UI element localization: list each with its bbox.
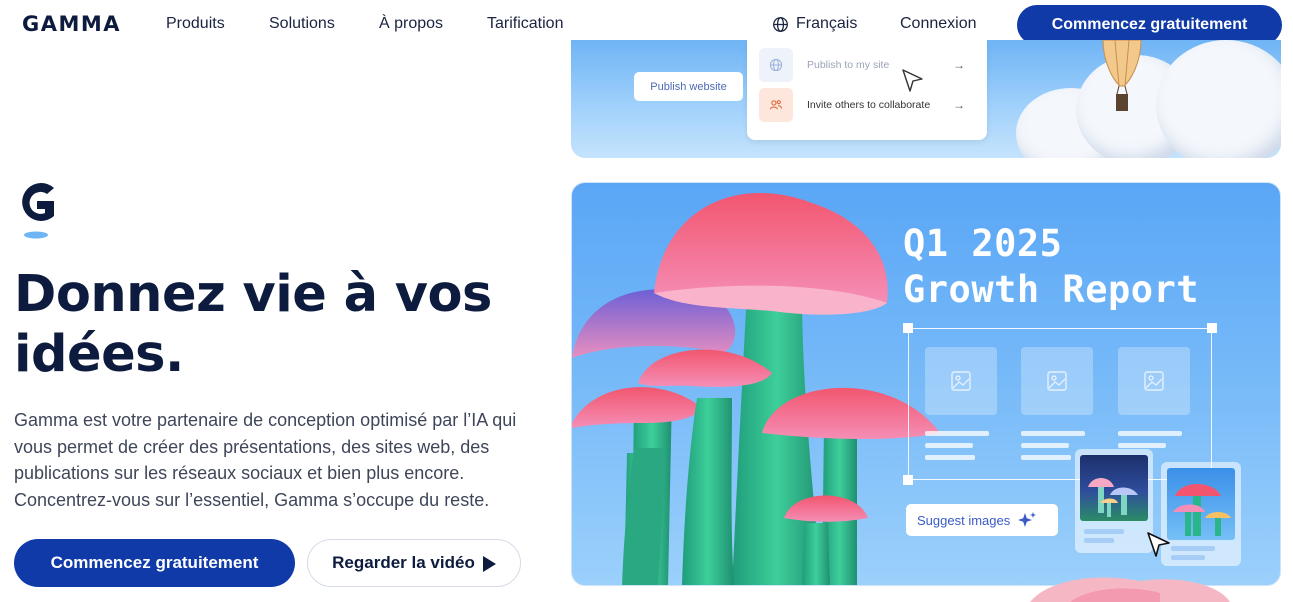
suggest-images-button[interactable]: Suggest images — [906, 504, 1058, 536]
resize-handle[interactable] — [903, 323, 913, 333]
suggested-image — [1080, 455, 1148, 521]
image-icon — [951, 371, 971, 391]
text-line-placeholder — [1118, 431, 1182, 436]
nav-signup-button[interactable]: Commencez gratuitement — [1017, 5, 1282, 45]
menu-item-publish-label: Publish to my site — [807, 59, 890, 71]
resize-handle[interactable] — [903, 475, 913, 485]
users-icon — [759, 88, 793, 122]
next-card-peek — [1030, 577, 1230, 602]
language-selector[interactable]: Français — [772, 15, 857, 33]
text-line-placeholder — [1084, 529, 1124, 534]
report-title-line2: Growth Report — [903, 268, 1200, 311]
arrow-right-icon: → — [953, 58, 965, 72]
report-title-line1: Q1 2025 — [903, 222, 1063, 265]
globe-icon — [773, 16, 788, 32]
cursor-icon — [1147, 532, 1170, 557]
text-line-placeholder — [1021, 455, 1071, 460]
image-placeholder — [1118, 347, 1190, 415]
text-line-placeholder — [1171, 546, 1215, 551]
report-preview-card: Q1 2025 Growth Report Suggest images — [571, 182, 1281, 586]
cloud-decoration — [1156, 40, 1281, 158]
suggested-image-card[interactable] — [1161, 462, 1241, 566]
menu-item-publish[interactable]: Publish to my site → — [759, 48, 975, 82]
sparkle-icon — [1018, 512, 1037, 527]
image-icon — [1047, 371, 1067, 391]
watch-video-label: Regarder la vidéo — [332, 553, 475, 572]
text-line-placeholder — [925, 431, 989, 436]
globe-icon — [759, 48, 793, 82]
resize-handle[interactable] — [1207, 323, 1217, 333]
cursor-icon — [902, 69, 923, 92]
hero-description: Gamma est votre partenaire de conception… — [14, 410, 517, 510]
language-label: Français — [796, 15, 858, 32]
text-line-placeholder — [1171, 555, 1205, 560]
image-placeholder — [1021, 347, 1093, 415]
text-line-placeholder — [1021, 443, 1069, 448]
share-menu: Publish to my site → Invite others to co… — [747, 40, 987, 140]
start-free-button[interactable]: Commencez gratuitement — [14, 539, 295, 587]
report-title: Q1 2025 Growth Report — [903, 221, 1199, 313]
suggested-image-card[interactable] — [1075, 449, 1153, 553]
nav-link-tarification[interactable]: Tarification — [487, 15, 563, 33]
hero-title-line1: Donnez vie à vos — [14, 265, 492, 324]
nav-link-solutions[interactable]: Solutions — [269, 15, 335, 33]
publish-preview-card: Publish website Publish to my site → Inv… — [571, 40, 1281, 158]
nav-link-produits[interactable]: Produits — [166, 15, 225, 33]
text-line-placeholder — [925, 455, 975, 460]
mushroom-thumbnail — [1173, 484, 1231, 536]
suggest-images-label: Suggest images — [917, 512, 1011, 528]
text-line-placeholder — [1021, 431, 1085, 436]
gamma-logo[interactable]: GAMMA — [22, 12, 121, 36]
image-placeholder — [925, 347, 997, 415]
suggested-image — [1167, 468, 1235, 540]
text-line-placeholder — [1118, 443, 1166, 448]
login-link[interactable]: Connexion — [900, 15, 977, 33]
menu-item-invite-label: Invite others to collaborate — [807, 99, 931, 111]
arrow-right-icon: → — [953, 98, 965, 112]
play-icon — [482, 556, 496, 572]
mushroom-thumbnail — [1088, 478, 1138, 517]
image-icon — [1144, 371, 1164, 391]
publish-website-button[interactable]: Publish website — [634, 72, 743, 101]
gamma-brand-icon — [22, 183, 54, 239]
watch-video-button[interactable]: Regarder la vidéo — [307, 539, 521, 587]
hot-air-balloon-icon — [1102, 40, 1142, 111]
menu-item-invite[interactable]: Invite others to collaborate → — [759, 88, 975, 122]
text-line-placeholder — [1084, 538, 1114, 543]
hero-title-line2: idées. — [14, 325, 184, 384]
nav-link-a-propos[interactable]: À propos — [379, 15, 443, 33]
text-line-placeholder — [925, 443, 973, 448]
hero-title: Donnez vie à vos idées. — [14, 265, 534, 385]
